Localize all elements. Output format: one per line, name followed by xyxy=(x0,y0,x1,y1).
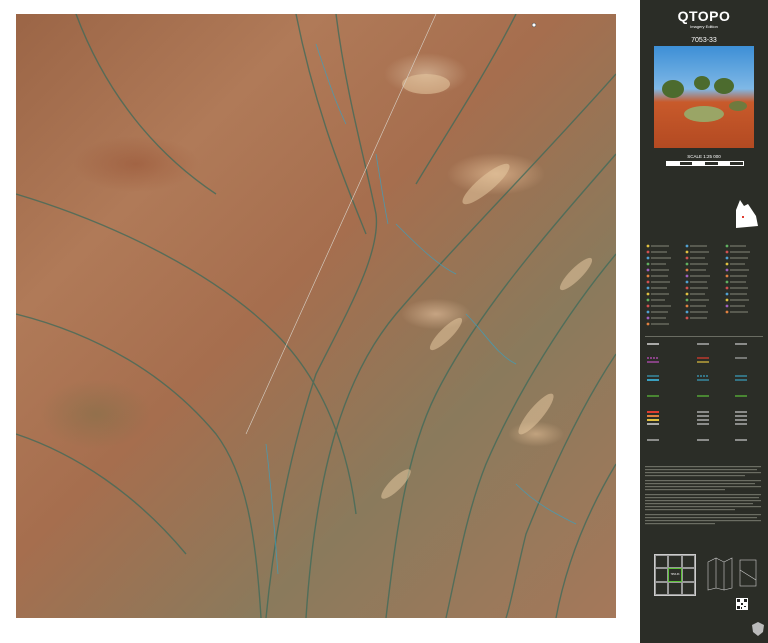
satellite-map[interactable] xyxy=(16,14,616,618)
map-subtitle: Imagery Edition xyxy=(690,24,718,29)
road-line xyxy=(245,14,437,435)
legend-panel: QTOPO Imagery Edition 7053-33 SCALE 1:25… xyxy=(640,0,768,643)
scale-label: SCALE 1:25 000 xyxy=(687,154,721,159)
locality-marker xyxy=(531,22,537,28)
legend-symbols xyxy=(645,242,763,339)
scale-bar xyxy=(666,161,744,166)
queensland-locator-icon xyxy=(736,200,758,228)
queensland-crest-icon xyxy=(752,622,764,636)
current-sheet-cell: 7053-33 xyxy=(668,568,682,582)
notes-text-block xyxy=(645,466,761,525)
folding-diagram xyxy=(707,557,757,591)
sheet-number: 7053-33 xyxy=(691,37,717,44)
qr-code-icon[interactable] xyxy=(736,598,748,610)
cover-photo xyxy=(654,46,754,148)
line-symbols xyxy=(647,343,747,441)
sheet-index-map: 7053-33 xyxy=(654,554,696,596)
map-title: QTOPO xyxy=(677,8,731,24)
drainage-network xyxy=(16,14,616,618)
